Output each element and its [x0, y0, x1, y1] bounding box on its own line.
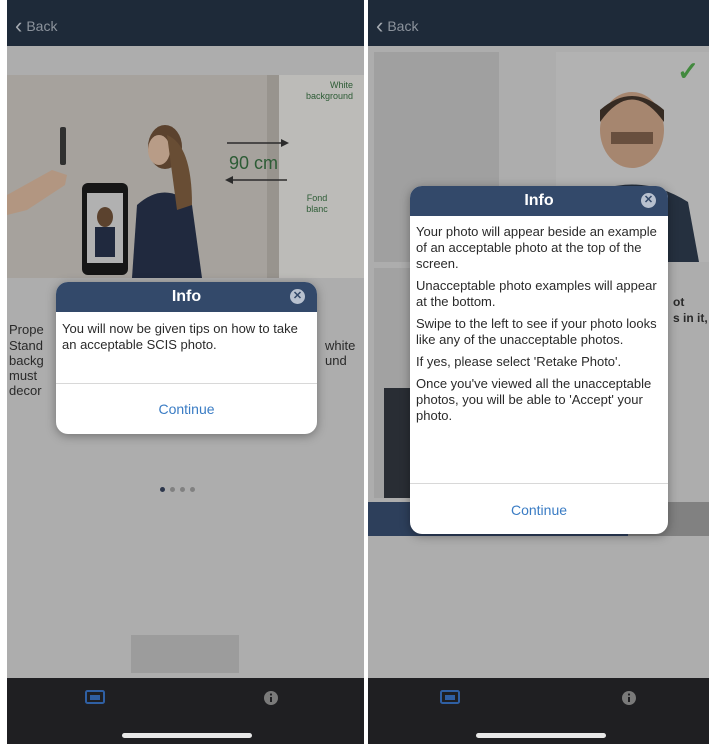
dialog-paragraph: Once you've viewed all the unacceptable …	[416, 376, 652, 423]
info-dialog: Info ✕ You will now be given tips on how…	[56, 282, 317, 434]
dialog-title: Info	[171, 288, 202, 305]
dialog-paragraph: Unacceptable photo examples will appear …	[416, 278, 657, 309]
tab-info[interactable]	[621, 690, 637, 711]
left-screen: ‹ Back 90 cm White background Fond blanc…	[7, 0, 364, 744]
photo-icon	[85, 690, 105, 704]
tab-info[interactable]	[263, 690, 279, 711]
info-icon	[622, 691, 636, 705]
dialog-header: Info ✕	[410, 186, 668, 216]
dialog-paragraph: If yes, please select 'Retake Photo'.	[416, 354, 622, 369]
continue-button[interactable]: Continue	[410, 483, 668, 534]
dialog-paragraph: Your photo will appear beside an example…	[416, 224, 657, 271]
dialog-paragraph: Swipe to the left to see if your photo l…	[416, 316, 657, 347]
dialog-title: Info	[524, 192, 554, 209]
photo-icon	[440, 690, 460, 704]
continue-label: Continue	[158, 401, 215, 417]
tab-bar	[368, 678, 709, 744]
tab-photo[interactable]	[85, 690, 105, 709]
home-indicator[interactable]	[122, 733, 252, 738]
home-indicator[interactable]	[476, 733, 606, 738]
right-screen: ‹ Back ✓ ot s in it, Info ✕ Your photo w	[368, 0, 709, 744]
continue-label: Continue	[510, 501, 568, 518]
dialog-message: You will now be given tips on how to tak…	[62, 321, 298, 352]
continue-button[interactable]: Continue	[56, 383, 317, 434]
dialog-header: Info ✕	[56, 282, 317, 312]
close-icon[interactable]: ✕	[641, 193, 656, 208]
tab-bar	[7, 678, 364, 744]
info-icon	[264, 691, 278, 705]
close-icon[interactable]: ✕	[290, 289, 305, 304]
dialog-message: Your photo will appear beside an example…	[410, 216, 668, 483]
tab-photo[interactable]	[440, 690, 460, 709]
info-dialog: Info ✕ Your photo will appear beside an …	[410, 186, 668, 534]
